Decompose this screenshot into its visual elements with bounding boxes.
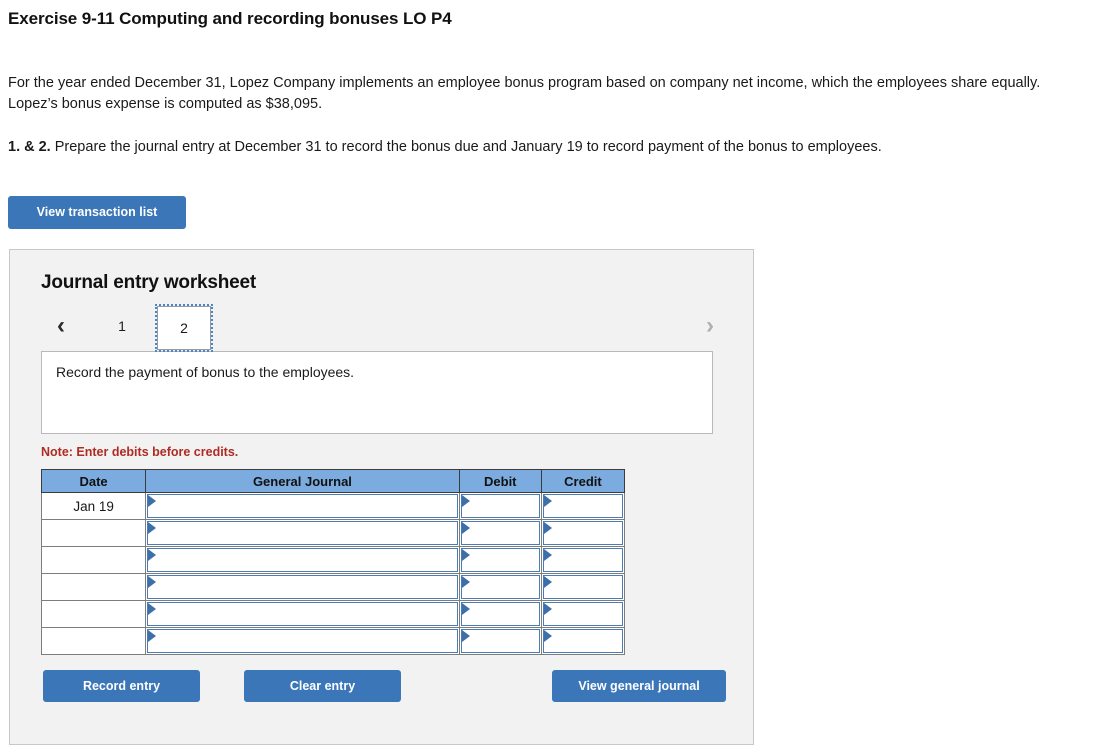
general-journal-cell[interactable] xyxy=(145,573,460,601)
worksheet-actions: Record entry Clear entry View general jo… xyxy=(41,670,726,704)
dropdown-marker-icon xyxy=(543,630,552,642)
dropdown-marker-icon xyxy=(543,576,552,588)
general-journal-cell[interactable] xyxy=(145,546,460,574)
credit-cell[interactable] xyxy=(540,492,626,520)
journal-entry-table: Date General Journal Debit Credit Jan 19 xyxy=(40,469,626,655)
date-cell[interactable] xyxy=(40,519,147,547)
column-header-general-journal: General Journal xyxy=(145,469,460,493)
dropdown-marker-icon xyxy=(148,495,157,507)
dropdown-marker-icon xyxy=(461,630,470,642)
transaction-description: Record the payment of bonus to the emplo… xyxy=(41,351,713,434)
dropdown-marker-icon xyxy=(543,522,552,534)
date-cell[interactable] xyxy=(40,600,147,628)
debits-before-credits-note: Note: Enter debits before credits. xyxy=(41,445,239,459)
prompt-paragraph-1: For the year ended December 31, Lopez Co… xyxy=(8,75,1041,112)
dropdown-marker-icon xyxy=(461,603,470,615)
dropdown-marker-icon xyxy=(461,522,470,534)
column-header-debit: Debit xyxy=(458,469,542,493)
general-journal-cell[interactable] xyxy=(145,627,460,655)
prompt-paragraph-2: 1. & 2. Prepare the journal entry at Dec… xyxy=(8,137,1078,158)
dropdown-marker-icon xyxy=(461,495,470,507)
worksheet-heading: Journal entry worksheet xyxy=(41,272,257,293)
table-row xyxy=(40,573,626,601)
date-cell[interactable] xyxy=(40,627,147,655)
column-header-date: Date xyxy=(40,469,147,493)
journal-entry-worksheet-panel: Journal entry worksheet ‹ 1 2 › Record t… xyxy=(9,249,754,745)
debit-cell[interactable] xyxy=(458,519,542,547)
dropdown-marker-icon xyxy=(461,549,470,561)
dropdown-marker-icon xyxy=(148,522,157,534)
table-row: Jan 19 xyxy=(40,492,626,520)
general-journal-cell[interactable] xyxy=(145,519,460,547)
chevron-left-icon[interactable]: ‹ xyxy=(47,311,75,341)
dropdown-marker-icon xyxy=(543,603,552,615)
view-transaction-list-button[interactable]: View transaction list xyxy=(8,196,186,229)
dropdown-marker-icon xyxy=(148,603,157,615)
credit-cell[interactable] xyxy=(540,627,626,655)
debit-cell[interactable] xyxy=(458,600,542,628)
table-row xyxy=(40,627,626,655)
dropdown-marker-icon xyxy=(461,576,470,588)
debit-cell[interactable] xyxy=(458,546,542,574)
worksheet-pager: ‹ 1 2 › xyxy=(41,304,724,352)
dropdown-marker-icon xyxy=(148,630,157,642)
prompt-paragraph-2-lead: 1. & 2. xyxy=(8,139,51,155)
view-transaction-list-container: View transaction list xyxy=(0,196,1093,229)
dropdown-marker-icon xyxy=(543,549,552,561)
chevron-right-icon[interactable]: › xyxy=(696,311,724,341)
table-row xyxy=(40,519,626,547)
dropdown-marker-icon xyxy=(148,576,157,588)
view-general-journal-button[interactable]: View general journal xyxy=(552,670,726,702)
dropdown-marker-icon xyxy=(543,495,552,507)
question-prompt: For the year ended December 31, Lopez Co… xyxy=(0,73,1093,158)
page-title: Exercise 9-11 Computing and recording bo… xyxy=(8,9,452,28)
debit-cell[interactable] xyxy=(458,573,542,601)
credit-cell[interactable] xyxy=(540,519,626,547)
prompt-paragraph-2-rest: Prepare the journal entry at December 31… xyxy=(50,139,882,155)
clear-entry-button[interactable]: Clear entry xyxy=(244,670,401,702)
date-cell[interactable] xyxy=(40,546,147,574)
credit-cell[interactable] xyxy=(540,546,626,574)
general-journal-cell[interactable] xyxy=(145,492,460,520)
dropdown-marker-icon xyxy=(148,549,157,561)
date-cell[interactable]: Jan 19 xyxy=(40,492,147,520)
table-row xyxy=(40,600,626,628)
date-cell[interactable] xyxy=(40,573,147,601)
column-header-credit: Credit xyxy=(540,469,626,493)
table-row xyxy=(40,546,626,574)
credit-cell[interactable] xyxy=(540,600,626,628)
worksheet-tab-2[interactable]: 2 xyxy=(155,304,213,352)
record-entry-button[interactable]: Record entry xyxy=(43,670,200,702)
general-journal-cell[interactable] xyxy=(145,600,460,628)
worksheet-tab-1[interactable]: 1 xyxy=(95,311,149,341)
credit-cell[interactable] xyxy=(540,573,626,601)
debit-cell[interactable] xyxy=(458,492,542,520)
debit-cell[interactable] xyxy=(458,627,542,655)
table-header-row: Date General Journal Debit Credit xyxy=(40,469,626,493)
